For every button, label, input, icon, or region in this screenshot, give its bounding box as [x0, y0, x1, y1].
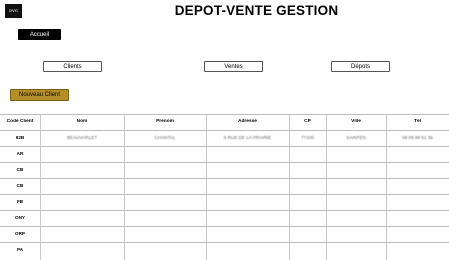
- column-header-nom[interactable]: Nom: [40, 119, 124, 124]
- table-cell-code-client[interactable]: CB: [0, 183, 40, 188]
- table-cell-code-client[interactable]: FB: [0, 199, 40, 204]
- depots-button[interactable]: Dépots: [331, 61, 390, 72]
- table-cell-code-client[interactable]: ONY: [0, 215, 40, 220]
- table-cell-tel[interactable]: 06 89 88 51 36: [386, 135, 449, 140]
- column-header-adresse[interactable]: Adresse: [206, 119, 289, 124]
- table-row-border: [0, 194, 449, 195]
- clients-button[interactable]: Clients: [43, 61, 102, 72]
- table-cell-code-client[interactable]: AR: [0, 151, 40, 156]
- table-header-border: [0, 114, 449, 115]
- table-row-border: [0, 210, 449, 211]
- column-header-cp[interactable]: CP: [289, 119, 326, 124]
- table-row-border: [0, 242, 449, 243]
- table-cell-ville[interactable]: SAINTES: [326, 135, 386, 140]
- table-cell-code-client[interactable]: 92B: [0, 135, 40, 140]
- table-cell-cp[interactable]: 77100: [289, 135, 326, 140]
- table-cell-code-client[interactable]: PA: [0, 247, 40, 252]
- table-cell-code-client[interactable]: CB: [0, 167, 40, 172]
- page-title: DEPOT-VENTE GESTION: [174, 3, 339, 18]
- nouveau-client-button[interactable]: Nouveau Client: [10, 89, 69, 101]
- column-header-ville[interactable]: Ville: [326, 119, 386, 124]
- column-header-code-client[interactable]: Code Client: [0, 119, 40, 124]
- table-cell-prenom[interactable]: CHANTAL: [124, 135, 206, 140]
- table-row-border: [0, 146, 449, 147]
- accueil-button[interactable]: Accueil: [18, 29, 61, 40]
- table-cell-code-client[interactable]: ORP: [0, 231, 40, 236]
- column-header-prenom[interactable]: Prenom: [124, 119, 206, 124]
- table-row-border: [0, 130, 449, 131]
- table-cell-nom[interactable]: BEAUVARLET: [40, 135, 124, 140]
- ventes-button[interactable]: Ventes: [204, 61, 263, 72]
- table-row-border: [0, 226, 449, 227]
- table-row-border: [0, 162, 449, 163]
- column-header-tel[interactable]: Tél: [386, 119, 449, 124]
- table-cell-adresse[interactable]: 6 RUE DE LA PRAIRIE: [206, 135, 289, 140]
- table-row-border: [0, 178, 449, 179]
